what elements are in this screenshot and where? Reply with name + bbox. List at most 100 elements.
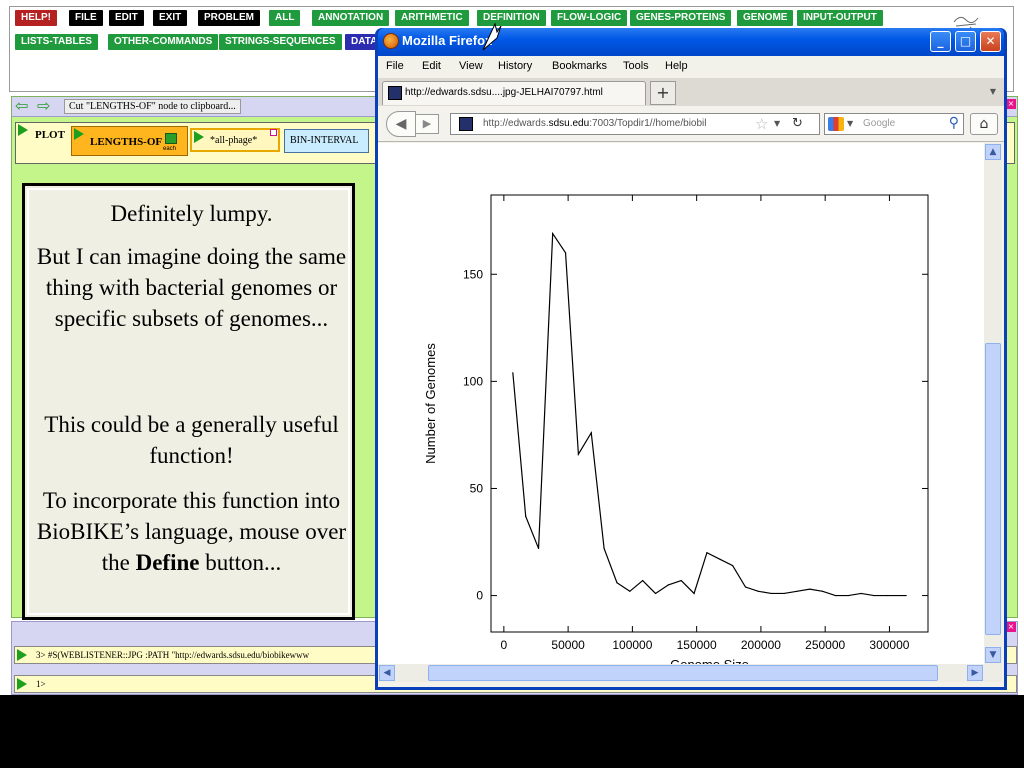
bin-interval-node[interactable]: BIN-INTERVAL: [284, 129, 369, 153]
toolbar-button-input-output[interactable]: INPUT-OUTPUT: [797, 10, 883, 26]
data-point: [809, 588, 811, 590]
data-point: [603, 547, 605, 550]
lengths-of-label: LENGTHS-OF: [90, 136, 163, 148]
data-point: [796, 590, 798, 592]
maximize-button[interactable]: □: [955, 31, 976, 52]
scroll-left-arrow-icon[interactable]: ◀: [379, 665, 395, 681]
plot-label: PLOT: [35, 129, 65, 141]
execute-triangle-icon[interactable]: [17, 649, 27, 661]
horizontal-scrollbar[interactable]: ◀ ▶: [378, 664, 1002, 682]
data-point: [822, 590, 824, 592]
site-identity-icon[interactable]: [459, 117, 473, 131]
listener-output-text: 3> #S(WEBLISTENER::JPG :PATH "http://edw…: [36, 650, 310, 660]
each-toggle-icon[interactable]: [165, 133, 177, 144]
toolbar-button-arithmetic[interactable]: ARITHMETIC: [395, 10, 469, 26]
redo-arrow-icon[interactable]: ⇨: [37, 98, 57, 114]
data-point: [732, 564, 734, 567]
toolbar-button-other-commands[interactable]: OTHER-COMMANDS: [108, 34, 219, 50]
scroll-up-arrow-icon[interactable]: ▲: [985, 144, 1001, 160]
data-point: [757, 590, 759, 592]
data-point: [834, 594, 837, 597]
data-point: [860, 592, 862, 595]
x-tick-label: 200000: [741, 638, 781, 652]
window-title: Mozilla Firefox: [402, 33, 493, 48]
toolbar-button-problem[interactable]: PROBLEM: [198, 10, 260, 26]
close-window-button[interactable]: ✕: [980, 31, 1001, 52]
tab-list-dropdown-icon[interactable]: ▼: [990, 87, 996, 96]
tab-title: http://edwards.sdsu....jpg-JELHAI70797.h…: [405, 87, 603, 98]
menu-view[interactable]: View: [459, 60, 483, 72]
bookmark-star-icon[interactable]: ☆: [755, 115, 768, 133]
tab-jpg-page[interactable]: http://edwards.sdsu....jpg-JELHAI70797.h…: [382, 81, 646, 105]
navigation-bar: ◀ ▶ http://edwards.sdsu.edu:7003/Topdir1…: [378, 106, 1004, 142]
y-tick-label: 50: [470, 481, 484, 495]
horizontal-scroll-thumb[interactable]: [428, 665, 938, 681]
x-tick-label: 50000: [551, 638, 585, 652]
menu-edit[interactable]: Edit: [422, 60, 441, 72]
back-button[interactable]: ◀: [386, 111, 416, 137]
page-content: 0 50000 100000 150000 200000 250000 300000 0 50 1…: [378, 143, 984, 672]
data-point: [783, 592, 785, 595]
data-point: [744, 586, 747, 588]
forward-button[interactable]: ▶: [415, 114, 439, 134]
toolbar-button-help[interactable]: HELP!: [15, 10, 57, 26]
toolbar-button-all[interactable]: ALL: [269, 10, 301, 26]
search-icon[interactable]: ⚲: [949, 115, 959, 131]
menu-help[interactable]: Help: [665, 60, 688, 72]
url-history-dropdown-icon[interactable]: ▼: [774, 119, 780, 128]
define-keyword: Define: [135, 550, 200, 575]
menu-tools[interactable]: Tools: [623, 60, 649, 72]
toolbar-button-annotation[interactable]: ANNOTATION: [312, 10, 390, 26]
reload-icon[interactable]: ↻: [792, 116, 803, 131]
close-icon[interactable]: ×: [1006, 622, 1016, 632]
scroll-down-arrow-icon[interactable]: ▼: [985, 647, 1001, 663]
new-tab-button[interactable]: +: [650, 81, 676, 105]
data-point: [770, 592, 772, 595]
y-axis-label: Number of Genomes: [423, 343, 438, 464]
menu-bookmarks[interactable]: Bookmarks: [552, 60, 607, 72]
google-engine-icon[interactable]: [828, 117, 844, 131]
undo-arrow-icon[interactable]: ⇦: [15, 98, 35, 114]
toolbar-button-file[interactable]: FILE: [69, 10, 103, 26]
url-prefix: http://edwards.: [483, 118, 549, 129]
search-input[interactable]: Google: [863, 118, 895, 129]
toolbar-button-strings-sequences[interactable]: STRINGS-SEQUENCES: [219, 34, 342, 50]
engine-dropdown-icon[interactable]: ▼: [847, 119, 853, 128]
url-host: sdsu.edu: [548, 118, 590, 129]
bin-interval-label: BIN-INTERVAL: [290, 135, 359, 146]
vertical-scroll-thumb[interactable]: [985, 343, 1001, 635]
plot-frame: [490, 194, 929, 633]
toolbar-button-genome[interactable]: GENOME: [737, 10, 794, 26]
address-bar[interactable]: http://edwards.sdsu.edu:7003/Topdir1//ho…: [450, 113, 820, 135]
x-tick-label: 150000: [677, 638, 717, 652]
vertical-scrollbar[interactable]: ▲ ▼: [984, 143, 1002, 664]
execute-triangle-icon[interactable]: [194, 131, 204, 143]
toolbar-button-edit[interactable]: EDIT: [109, 10, 144, 26]
all-phage-label: *all-phage*: [210, 135, 258, 146]
execute-triangle-icon[interactable]: [17, 678, 27, 690]
minimize-button[interactable]: _: [930, 31, 951, 52]
close-box-icon[interactable]: [270, 129, 277, 136]
toolbar-button-flow-logic[interactable]: FLOW-LOGIC: [551, 10, 628, 26]
execute-triangle-icon[interactable]: [18, 124, 28, 136]
home-button[interactable]: ⌂: [970, 113, 998, 135]
close-icon[interactable]: ×: [1006, 99, 1016, 109]
note-text: button...: [199, 550, 282, 575]
scroll-right-arrow-icon[interactable]: ▶: [967, 665, 983, 681]
menu-history[interactable]: History: [498, 60, 532, 72]
series-line: [512, 231, 907, 597]
toolbar-button-genes-proteins[interactable]: GENES-PROTEINS: [630, 10, 732, 26]
firefox-window: Mozilla Firefox _ □ ✕ File Edit View Histor…: [375, 28, 1007, 690]
mouse-pointer-icon: [482, 22, 502, 51]
firefox-title-bar[interactable]: Mozilla Firefox _ □ ✕: [378, 28, 1004, 56]
search-bar[interactable]: ▼ Google ⚲: [824, 113, 964, 135]
all-phage-argument[interactable]: *all-phage*: [190, 128, 280, 152]
execute-triangle-icon[interactable]: [74, 128, 84, 140]
menu-file[interactable]: File: [386, 60, 404, 72]
data-point: [886, 594, 888, 597]
toolbar-button-exit[interactable]: EXIT: [153, 10, 188, 26]
toolbar-button-lists-tables[interactable]: LISTS-TABLES: [15, 34, 98, 50]
lengths-of-node[interactable]: LENGTHS-OF each: [71, 126, 188, 156]
tutorial-note: Definitely lumpy. But I can imagine doin…: [22, 183, 355, 620]
note-paragraph-1: Definitely lumpy.: [110, 201, 273, 226]
